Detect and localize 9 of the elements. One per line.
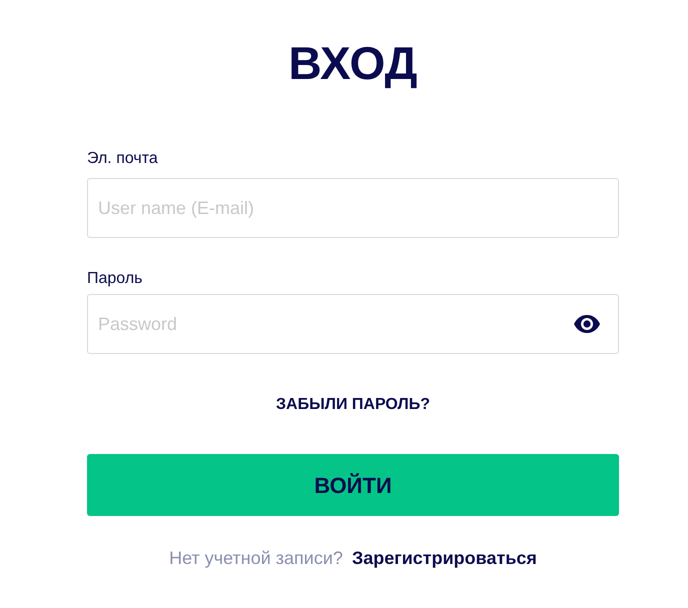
show-password-button[interactable] (574, 315, 600, 333)
field-label: Эл. почта (87, 149, 158, 169)
eye-icon (574, 315, 600, 333)
login-button[interactable]: ВОЙТИ (87, 454, 619, 516)
signup-prompt: Нет учетной записи? (169, 547, 343, 570)
field-label: Пароль (87, 269, 143, 289)
forgot-password-link[interactable]: ЗАБЫЛИ ПАРОЛЬ? (276, 395, 430, 415)
page-title: ВХОД (288, 40, 418, 86)
signup-link[interactable]: Зарегистрироваться (352, 546, 537, 570)
